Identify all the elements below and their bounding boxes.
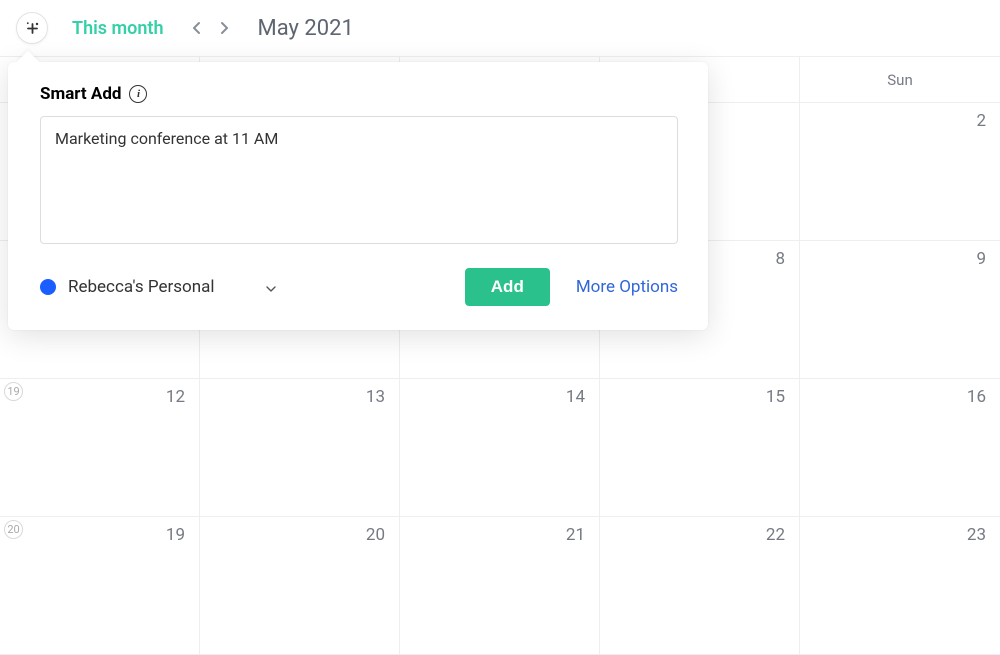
chevron-down-icon [266, 278, 276, 297]
calendar-cell[interactable]: 13 [200, 379, 400, 517]
calendar-cell[interactable]: 2019 [0, 517, 200, 655]
calendar-selector[interactable]: Rebecca's Personal [40, 277, 276, 297]
calendar-cell[interactable]: 20 [200, 517, 400, 655]
calendar-cell[interactable]: 23 [800, 517, 1000, 655]
calendar-cell[interactable]: 2 [800, 103, 1000, 241]
date-number: 15 [766, 387, 785, 407]
smart-add-button[interactable] [16, 12, 48, 44]
date-number: 9 [976, 249, 986, 269]
calendar-cell[interactable]: 1912 [0, 379, 200, 517]
week-number-badge: 19 [4, 382, 23, 401]
smart-add-popover: Smart Add i Rebecca's Personal Add More … [8, 62, 708, 330]
calendar-header: This month May 2021 [0, 0, 1000, 57]
info-icon[interactable]: i [129, 85, 147, 103]
prev-month-button[interactable] [186, 17, 208, 39]
date-number: 20 [366, 525, 385, 545]
date-number: 13 [366, 387, 385, 407]
calendar-cell[interactable]: 22 [600, 517, 800, 655]
date-number: 19 [166, 525, 185, 545]
date-number: 2 [976, 111, 986, 131]
month-title: May 2021 [258, 16, 354, 41]
weekday-header: Sun [800, 57, 1000, 102]
week-number-badge: 20 [4, 520, 23, 539]
date-number: 16 [967, 387, 986, 407]
more-options-link[interactable]: More Options [576, 277, 678, 297]
calendar-cell[interactable]: 14 [400, 379, 600, 517]
calendar-color-dot [40, 279, 56, 295]
next-month-button[interactable] [214, 17, 236, 39]
calendar-cell[interactable]: 16 [800, 379, 1000, 517]
smart-add-input[interactable] [40, 116, 678, 244]
date-number: 22 [766, 525, 785, 545]
popover-header: Smart Add i [40, 84, 678, 104]
calendar-cell[interactable]: 21 [400, 517, 600, 655]
chevron-right-icon [219, 21, 230, 35]
date-number: 21 [566, 525, 585, 545]
date-number: 23 [967, 525, 986, 545]
calendar-cell[interactable]: 9 [800, 241, 1000, 379]
date-number: 8 [775, 249, 785, 269]
popover-footer: Rebecca's Personal Add More Options [40, 268, 678, 306]
this-month-link[interactable]: This month [72, 18, 164, 39]
date-number: 12 [166, 387, 185, 407]
chevron-left-icon [191, 21, 202, 35]
popover-title: Smart Add [40, 84, 121, 104]
month-nav [186, 17, 236, 39]
calendar-name: Rebecca's Personal [68, 277, 214, 297]
date-number: 14 [566, 387, 585, 407]
add-button[interactable]: Add [465, 268, 550, 306]
sparkle-plus-icon [24, 20, 41, 37]
calendar-cell[interactable]: 15 [600, 379, 800, 517]
